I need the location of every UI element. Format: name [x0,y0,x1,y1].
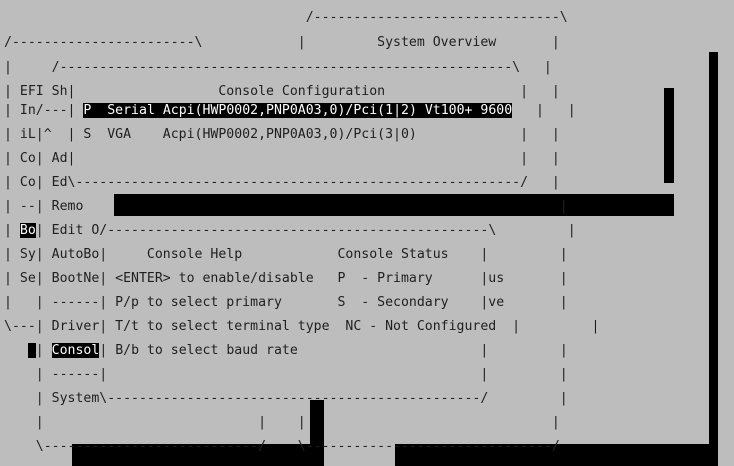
console-row-serial[interactable]: | In/---| P Serial Acpi(HWP0002,PNP0A03,… [4,101,576,120]
window-bottom-spacer: | | | | [4,415,560,430]
system-overview-title: /-----------------------\ | System Overv… [4,35,560,50]
console-configuration-title: | EFI Sh| Console Configuration | | [4,84,560,99]
config-window-bottom-border: | Co| Ed\-------------------------------… [4,175,560,190]
menu-row-console-lead [4,343,28,358]
overview-window-shadow-right [709,52,718,466]
config-window-shadow-right [664,88,674,183]
config-window-top-border: | /-------------------------------------… [4,60,552,75]
help-line-enable: | Se| BootNe| <ENTER> to enable/disable … [4,271,568,286]
menu-row-boot-lead: | [4,223,20,238]
menu-row-console: | Consol| B/b to select baud rate | | [4,341,568,360]
console-row-end: | | [512,103,576,118]
selected-serial-console-entry[interactable]: P Serial Acpi(HWP0002,PNP0A03,0)/Pci(1|2… [83,103,513,118]
console-row-vga[interactable]: | iL|^ | S VGA Acpi(HWP0002,PNP0A03,0)/P… [4,125,560,144]
menu-row-remote: | --| Remo | [4,199,568,214]
edit-options-border: | Edit O/-------------------------------… [35,223,576,238]
window-bottom-borders: \---------------------------/ \---------… [4,439,560,454]
help-status-headers: | Sy| AutoBo| Console Help Console Statu… [4,247,568,262]
overview-title-bar: /-------------------------------\ [4,10,568,25]
help-line-primary: | | ------| P/p to select primary S - Se… [4,295,568,310]
menu-row-system: | System\-------------------------------… [4,391,568,406]
efi-shell-window-shadow-right [310,400,324,466]
console-row-empty: | Co| Ad| | | [4,151,560,166]
menu-row-console-bar: | [35,343,52,358]
menu-row-boot: | Bo| Edit O/---------------------------… [4,221,576,240]
cursor-block [27,343,36,358]
boot-menu-item[interactable]: Bo [19,223,36,238]
menu-row-separator: | ------| | | [4,367,568,382]
efi-terminal-screen: /-------------------------------\ /-----… [0,0,734,466]
menu-row-console-bar-2: | [99,343,116,358]
console-menu-item[interactable]: Consol [51,343,100,358]
console-row-prefix: | In/---| [4,103,76,118]
help-line-baud-rate: B/b to select baud rate | | [115,343,568,358]
help-line-terminal-type: \---| Driver| T/t to select terminal typ… [4,319,600,334]
